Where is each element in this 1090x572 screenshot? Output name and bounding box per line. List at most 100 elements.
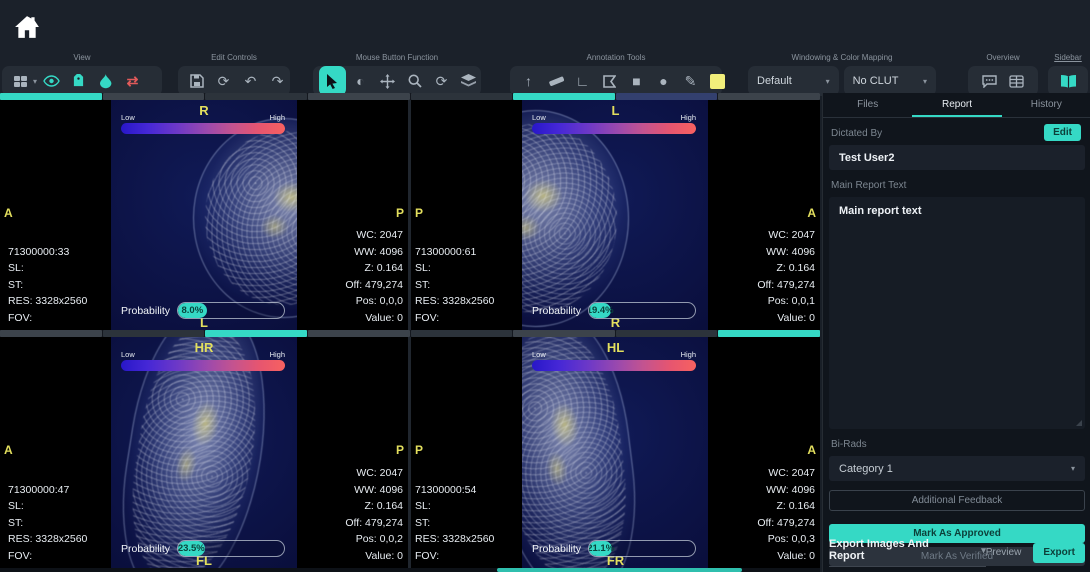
sidebar-toggle-button[interactable] (1056, 68, 1081, 94)
scroll-strip-row2[interactable] (0, 330, 820, 337)
probability-label: Probability (532, 305, 581, 317)
refresh-button[interactable]: ⟳ (211, 68, 236, 94)
export-button[interactable]: Export (1033, 543, 1085, 563)
mammogram-image[interactable]: Low High Probability 19.4% (522, 100, 708, 330)
magnifier-icon (408, 74, 422, 88)
scroll-thumb[interactable] (513, 93, 615, 100)
resolution: RES: 3328x2560 (8, 531, 87, 548)
tab-report[interactable]: Report (912, 93, 1001, 117)
export-type-select[interactable]: Export Images And Report ▾ (829, 538, 986, 567)
viewport-r-cc[interactable]: 71300000:33 SL: ST: RES: 3328x2560 FOV: … (0, 100, 408, 330)
scroll-track-seg[interactable] (718, 93, 820, 100)
layout-grid-button[interactable] (8, 68, 33, 94)
shuffle-button[interactable]: ⇄ (120, 68, 145, 94)
scroll-strip-bottom[interactable] (0, 568, 820, 572)
save-icon (190, 74, 204, 88)
ellipse-button[interactable]: ● (651, 68, 676, 94)
mammogram-image[interactable]: Low High Probability 21.1% (522, 337, 708, 568)
orientation-label-right: P (396, 206, 404, 220)
freehand-button[interactable]: ✎ (678, 68, 703, 94)
series-id: 71300000:47 (8, 482, 87, 499)
cursor-icon (326, 74, 339, 89)
probability-row: Probability 21.1% (532, 540, 696, 557)
mammogram-image[interactable]: Low High Probability 8.0% (111, 100, 297, 330)
toolbar-section-sidebar: Sidebar (1048, 53, 1088, 96)
preview-button[interactable]: Preview (986, 547, 1022, 558)
angle-button[interactable]: ∟ (570, 68, 595, 94)
cursor-tool-button[interactable] (319, 66, 346, 96)
tab-files[interactable]: Files (823, 93, 912, 117)
scroll-thumb[interactable] (718, 330, 820, 337)
save-button[interactable] (184, 68, 209, 94)
chevron-down-icon[interactable]: ▾ (33, 77, 37, 86)
scroll-thumb[interactable] (497, 568, 742, 572)
scroll-track-seg[interactable] (616, 330, 718, 337)
scroll-thumb[interactable] (0, 93, 102, 100)
sidebar-tool-group (1048, 66, 1088, 96)
scroll-track-seg[interactable] (308, 330, 410, 337)
overview-table-button[interactable] (1004, 68, 1029, 94)
dictated-by-field[interactable]: Test User2 (829, 145, 1085, 170)
ruler-button[interactable] (543, 68, 568, 94)
scroll-track-seg[interactable] (513, 330, 615, 337)
scroll-thumb[interactable] (205, 330, 307, 337)
tag-icon (71, 74, 86, 89)
scroll-track-seg[interactable] (205, 93, 307, 100)
clut-select[interactable]: No CLUT ▾ (844, 66, 936, 96)
home-button[interactable] (8, 8, 46, 46)
rectangle-button[interactable]: ■ (624, 68, 649, 94)
breast-render (522, 337, 648, 568)
visibility-button[interactable] (39, 68, 64, 94)
polygon-button[interactable] (597, 68, 622, 94)
arrow-annotation-button[interactable]: ↑ (516, 68, 541, 94)
labels-button[interactable] (66, 68, 91, 94)
annotation-color-button[interactable] (705, 68, 730, 94)
window-preset-select[interactable]: Default ▾ (748, 66, 839, 96)
heatmap-button[interactable] (93, 68, 118, 94)
viewport-grid: 71300000:33 SL: ST: RES: 3328x2560 FOV: … (0, 93, 820, 572)
redo-button[interactable]: ↷ (265, 68, 290, 94)
toolbar-section-edit-controls: Edit Controls ⟳ ↶ ↷ (178, 53, 290, 96)
window-center: WC: 2047 (757, 227, 815, 244)
scroll-track-seg[interactable] (0, 330, 102, 337)
section-label: Mouse Button Function (313, 53, 481, 62)
main-report-textarea[interactable]: Main report text (829, 197, 1085, 429)
birads-label: Bi-Rads (831, 439, 1083, 450)
probability-label: Probability (121, 305, 170, 317)
edit-button[interactable]: Edit (1044, 124, 1081, 141)
window-width: WW: 4096 (345, 482, 403, 499)
window-center: WC: 2047 (757, 465, 815, 482)
birads-select[interactable]: Category 1 ▾ (829, 456, 1085, 481)
scroll-strip-row1[interactable] (0, 93, 820, 100)
mammography-viewer-app: View ▾ (0, 0, 1090, 572)
layers-button[interactable] (456, 68, 481, 94)
clut-value: No CLUT (853, 75, 899, 87)
zoom-tool-button[interactable] (402, 68, 427, 94)
pan-button[interactable] (375, 68, 400, 94)
additional-feedback-button[interactable]: Additional Feedback (829, 490, 1085, 511)
comment-icon (982, 75, 997, 88)
scroll-track-seg[interactable] (411, 93, 513, 100)
scroll-track-seg[interactable] (616, 93, 718, 100)
window-width: WW: 4096 (757, 482, 815, 499)
window-level-button[interactable]: ◐ (348, 68, 373, 94)
viewport-r-mlo[interactable]: 71300000:47 SL: ST: RES: 3328x2560 FOV: … (0, 337, 408, 568)
image-stats-left: 71300000:61 SL: ST: RES: 3328x2560 FOV: (415, 244, 494, 327)
comments-button[interactable] (977, 68, 1002, 94)
slice-location: SL: (415, 498, 494, 515)
scroll-track-seg[interactable] (103, 93, 205, 100)
probability-value: 23.5% (178, 543, 205, 554)
viewport-l-cc[interactable]: 71300000:61 SL: ST: RES: 3328x2560 FOV: … (411, 100, 820, 330)
book-icon (1060, 75, 1077, 88)
scroll-track-seg[interactable] (308, 93, 410, 100)
scroll-track-seg[interactable] (103, 330, 205, 337)
scroll-track-seg[interactable] (411, 330, 513, 337)
zoom-factor: Z: 0.164 (345, 498, 403, 515)
viewport-l-mlo[interactable]: 71300000:54 SL: ST: RES: 3328x2560 FOV: … (411, 337, 820, 568)
undo-button[interactable]: ↶ (238, 68, 263, 94)
mammogram-image[interactable]: Low High Probability 23.5% (111, 337, 297, 568)
section-label: Overview (968, 53, 1038, 62)
sync-button[interactable]: ⟳ (429, 68, 454, 94)
orientation-label-left: P (415, 206, 423, 220)
tab-history[interactable]: History (1002, 93, 1090, 117)
